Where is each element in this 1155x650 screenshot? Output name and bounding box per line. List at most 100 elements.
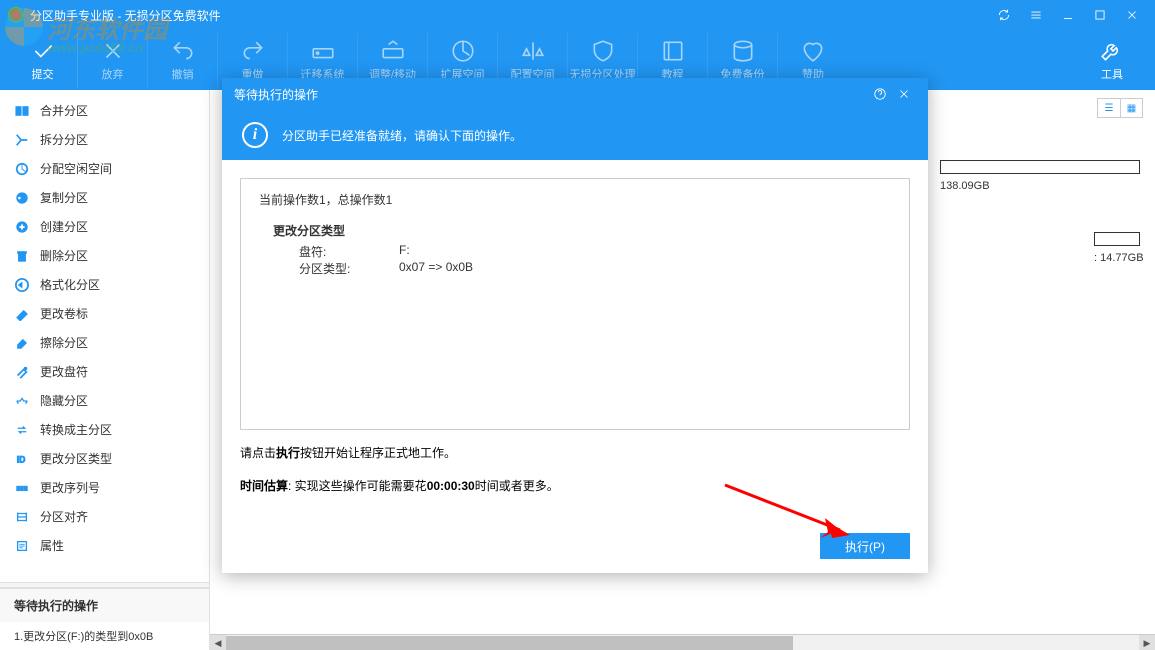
scroll-right-icon[interactable]: ▶: [1139, 635, 1155, 650]
close-icon[interactable]: [1117, 5, 1147, 25]
sidebar-label: 更改卷标: [40, 305, 88, 322]
label-icon: [14, 306, 30, 322]
delete-icon: [14, 248, 30, 264]
info-icon: i: [242, 122, 268, 148]
dialog-help-icon[interactable]: [868, 82, 892, 106]
type-icon: ID: [14, 451, 30, 467]
dialog-banner: i 分区助手已经准备就绪，请确认下面的操作。: [222, 110, 928, 160]
refresh-icon[interactable]: [989, 5, 1019, 25]
copy-icon: [14, 190, 30, 206]
sidebar-item-hide[interactable]: 隐藏分区: [0, 386, 209, 415]
sidebar-label: 分配空闲空间: [40, 160, 112, 177]
sidebar-label: 擦除分区: [40, 334, 88, 351]
scroll-left-icon[interactable]: ◀: [210, 635, 226, 650]
sidebar-item-erase[interactable]: 擦除分区: [0, 328, 209, 357]
op-type-key: 分区类型:: [299, 260, 399, 277]
view-grid-icon[interactable]: ▦: [1120, 99, 1142, 117]
sidebar-label: 更改序列号: [40, 479, 100, 496]
op-detail: 更改分区类型 盘符: F: 分区类型: 0x07 => 0x0B: [273, 222, 891, 277]
pending-op-item[interactable]: 1.更改分区(F:)的类型到0x0B: [0, 622, 209, 650]
sidebar-item-label[interactable]: 更改卷标: [0, 299, 209, 328]
minimize-icon[interactable]: [1053, 5, 1083, 25]
sidebar-item-type[interactable]: ID 更改分区类型: [0, 444, 209, 473]
op-drive-value: F:: [399, 243, 410, 260]
dialog-footer: 执行(P): [222, 525, 928, 573]
erase-icon: [14, 335, 30, 351]
operations-box: 当前操作数1，总操作数1 更改分区类型 盘符: F: 分区类型: 0x07 =>…: [240, 178, 910, 430]
sidebar-item-serial[interactable]: 更改序列号: [0, 473, 209, 502]
op-type-value: 0x07 => 0x0B: [399, 260, 473, 277]
sidebar-label: 属性: [40, 537, 64, 554]
sidebar-item-merge[interactable]: 合并分区: [0, 96, 209, 125]
disk2-size: : 14.77GB: [1094, 252, 1145, 264]
execute-button[interactable]: 执行(P): [820, 533, 910, 559]
convert-icon: [14, 422, 30, 438]
dialog-close-icon[interactable]: [892, 82, 916, 106]
toolbar-commit[interactable]: 提交: [8, 33, 78, 88]
pending-ops-dialog: 等待执行的操作 i 分区助手已经准备就绪，请确认下面的操作。 当前操作数1，总操…: [222, 78, 928, 573]
sidebar-label: 分区对齐: [40, 508, 88, 525]
alloc-icon: [14, 161, 30, 177]
disk1-size: 138.09GB: [940, 180, 1145, 192]
svg-text:ID: ID: [17, 454, 26, 464]
menu-icon[interactable]: [1021, 5, 1051, 25]
op-drive-row: 盘符: F:: [299, 243, 891, 260]
sidebar-label: 更改盘符: [40, 363, 88, 380]
sidebar-label: 格式化分区: [40, 276, 100, 293]
props-icon: [14, 538, 30, 554]
horizontal-scrollbar[interactable]: ◀ ▶: [210, 634, 1155, 650]
sidebar-item-props[interactable]: 属性: [0, 531, 209, 560]
create-icon: [14, 219, 30, 235]
disk2-bar[interactable]: [1094, 232, 1140, 246]
sidebar-label: 隐藏分区: [40, 392, 88, 409]
view-toggle: ☰ ▦: [1097, 98, 1143, 118]
sidebar-item-letter[interactable]: 更改盘符: [0, 357, 209, 386]
app-icon: [8, 7, 24, 23]
dialog-title: 等待执行的操作: [234, 86, 868, 103]
dialog-titlebar: 等待执行的操作: [222, 78, 928, 110]
sidebar-label: 合并分区: [40, 102, 88, 119]
sidebar-item-convert[interactable]: 转换成主分区: [0, 415, 209, 444]
merge-icon: [14, 103, 30, 119]
pending-section-title: 等待执行的操作: [0, 588, 209, 622]
sidebar-item-delete[interactable]: 删除分区: [0, 241, 209, 270]
toolbar-discard[interactable]: 放弃: [78, 33, 148, 88]
op-drive-key: 盘符:: [299, 243, 399, 260]
sidebar-item-copy[interactable]: 复制分区: [0, 183, 209, 212]
toolbar-label: 工具: [1101, 66, 1123, 82]
sidebar-label: 更改分区类型: [40, 450, 112, 467]
sidebar: 合并分区 拆分分区 分配空闲空间 复制分区 创建分区 删除分区 格式化分区 更改…: [0, 90, 210, 650]
letter-icon: [14, 364, 30, 380]
dialog-banner-text: 分区助手已经准备就绪，请确认下面的操作。: [282, 127, 522, 144]
op-type-row: 分区类型: 0x07 => 0x0B: [299, 260, 891, 277]
sidebar-item-split[interactable]: 拆分分区: [0, 125, 209, 154]
toolbar-label: 撤销: [172, 66, 194, 82]
sidebar-item-allocate[interactable]: 分配空闲空间: [0, 154, 209, 183]
split-icon: [14, 132, 30, 148]
sidebar-label: 转换成主分区: [40, 421, 112, 438]
sidebar-operations: 合并分区 拆分分区 分配空闲空间 复制分区 创建分区 删除分区 格式化分区 更改…: [0, 90, 209, 566]
op-detail-title: 更改分区类型: [273, 222, 891, 239]
window-buttons: [989, 5, 1147, 25]
serial-icon: [14, 480, 30, 496]
disk1-bar[interactable]: [940, 160, 1140, 174]
align-icon: [14, 509, 30, 525]
op-summary: 当前操作数1，总操作数1: [259, 191, 891, 208]
sidebar-label: 创建分区: [40, 218, 88, 235]
app-title: 分区助手专业版 - 无损分区免费软件: [30, 7, 989, 24]
hide-icon: [14, 393, 30, 409]
dialog-body: 当前操作数1，总操作数1 更改分区类型 盘符: F: 分区类型: 0x07 =>…: [222, 160, 928, 525]
sidebar-item-align[interactable]: 分区对齐: [0, 502, 209, 531]
sidebar-item-create[interactable]: 创建分区: [0, 212, 209, 241]
dialog-instruction: 请点击执行按钮开始让程序正式地工作。: [240, 444, 910, 461]
toolbar-label: 提交: [32, 66, 54, 82]
toolbar-undo[interactable]: 撤销: [148, 33, 218, 88]
scroll-thumb[interactable]: [226, 636, 793, 650]
maximize-icon[interactable]: [1085, 5, 1115, 25]
view-list-icon[interactable]: ☰: [1098, 99, 1120, 117]
sidebar-label: 复制分区: [40, 189, 88, 206]
format-icon: [14, 277, 30, 293]
sidebar-item-format[interactable]: 格式化分区: [0, 270, 209, 299]
toolbar-label: 放弃: [102, 66, 124, 82]
toolbar-tools[interactable]: 工具: [1077, 33, 1147, 88]
